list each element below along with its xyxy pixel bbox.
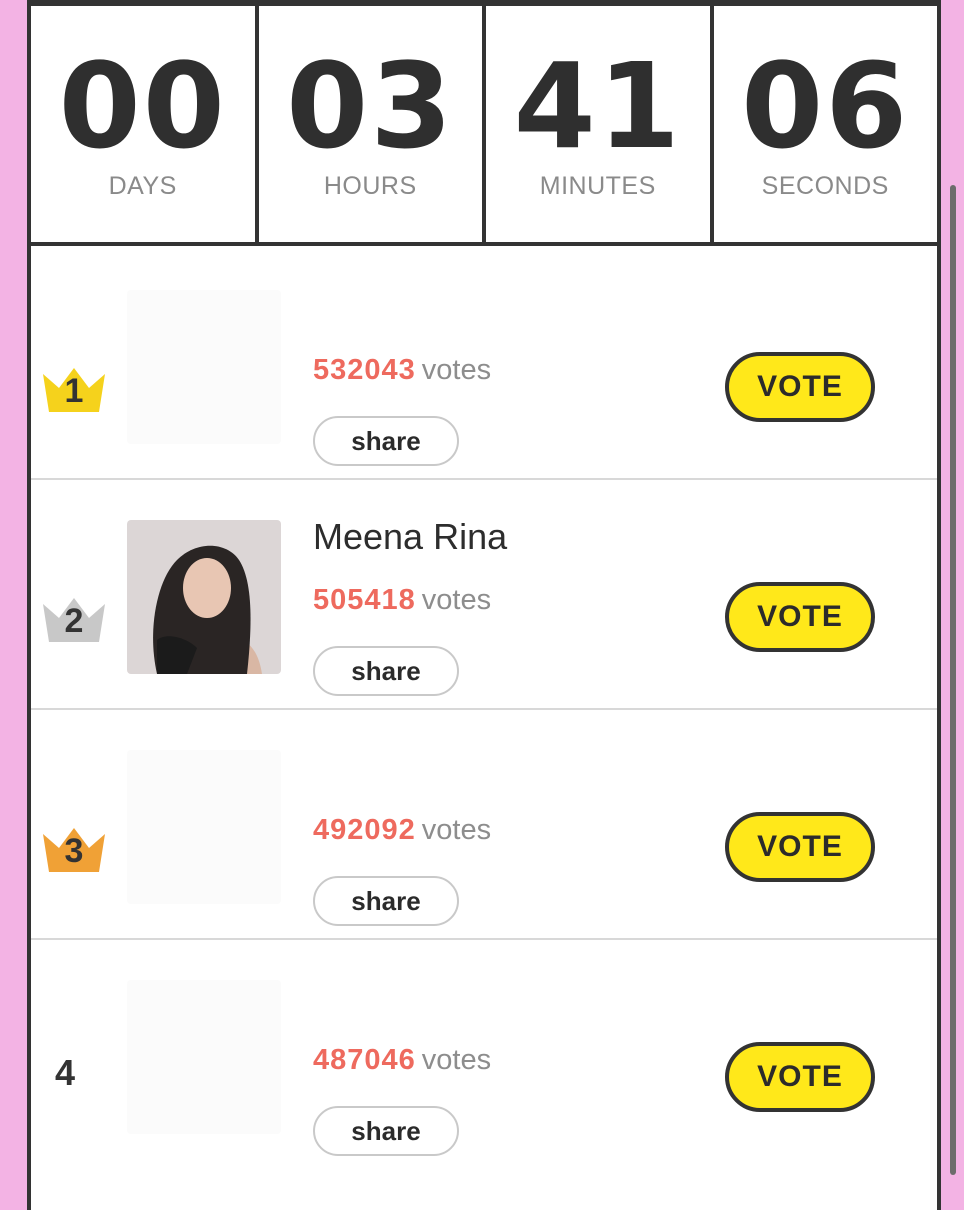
- countdown-minutes: 41 MINUTES: [486, 6, 714, 242]
- vote-button[interactable]: VOTE: [725, 812, 875, 882]
- vote-count: 487046 votes: [313, 1044, 491, 1077]
- bronze-crown-icon: 3: [39, 822, 109, 878]
- vote-count: 492092 votes: [313, 814, 491, 847]
- countdown-minutes-label: MINUTES: [539, 172, 656, 200]
- silver-crown-icon: 2: [39, 592, 109, 648]
- rank-number: 3: [64, 832, 84, 870]
- share-button[interactable]: share: [313, 646, 459, 696]
- vote-count-label: votes: [421, 354, 492, 386]
- vote-count-label: votes: [421, 584, 492, 616]
- contestant-photo: [127, 290, 281, 444]
- countdown-days: 00 DAYS: [31, 6, 259, 242]
- gold-crown-icon: 1: [39, 362, 109, 418]
- countdown-timer: 00 DAYS 03 HOURS 41 MINUTES 06 SECONDS: [31, 6, 937, 246]
- countdown-hours-value: 03: [286, 37, 455, 175]
- vote-count-number: 505418: [313, 584, 416, 616]
- list-item: 3 492092 votes share VOTE: [31, 710, 937, 940]
- contestant-name: Meena Rina: [313, 516, 508, 557]
- countdown-minutes-value: 41: [513, 37, 682, 175]
- vote-count-label: votes: [421, 1044, 492, 1076]
- vote-count: 505418 votes: [313, 584, 491, 617]
- vote-count-label: votes: [421, 814, 492, 846]
- list-item: 1 532043 votes share VOTE: [31, 250, 937, 480]
- share-button[interactable]: share: [313, 1106, 459, 1156]
- countdown-hours-label: HOURS: [323, 172, 417, 200]
- rank-number: 4: [55, 1052, 76, 1093]
- countdown-hours: 03 HOURS: [259, 6, 486, 242]
- contestant-photo: [127, 980, 281, 1134]
- countdown-days-value: 00: [58, 37, 227, 175]
- contestant-photo: [127, 750, 281, 904]
- vote-button[interactable]: VOTE: [725, 1042, 875, 1112]
- countdown-seconds-value: 06: [741, 37, 910, 175]
- scrollbar[interactable]: [950, 185, 956, 1175]
- rank-number: 2: [64, 602, 84, 640]
- countdown-seconds-label: SECONDS: [761, 172, 889, 200]
- share-button[interactable]: share: [313, 876, 459, 926]
- countdown-seconds: 06 SECONDS: [714, 6, 938, 242]
- list-item: 4 487046 votes share VOTE: [31, 940, 937, 1170]
- vote-count-number: 487046: [313, 1044, 416, 1076]
- rank-number: 1: [64, 372, 84, 410]
- share-button[interactable]: share: [313, 416, 459, 466]
- vote-button[interactable]: VOTE: [725, 352, 875, 422]
- vote-count: 532043 votes: [313, 354, 491, 387]
- vote-count-number: 492092: [313, 814, 416, 846]
- countdown-days-label: DAYS: [108, 172, 177, 200]
- voting-panel: 00 DAYS 03 HOURS 41 MINUTES 06 SECONDS 1: [27, 0, 941, 1210]
- contestant-photo: [127, 520, 281, 674]
- vote-button[interactable]: VOTE: [725, 582, 875, 652]
- ranking-list: 1 532043 votes share VOTE 2 Meena Rina 5…: [31, 250, 937, 1170]
- vote-count-number: 532043: [313, 354, 416, 386]
- list-item: 2 Meena Rina 505418 votes share VOTE: [31, 480, 937, 710]
